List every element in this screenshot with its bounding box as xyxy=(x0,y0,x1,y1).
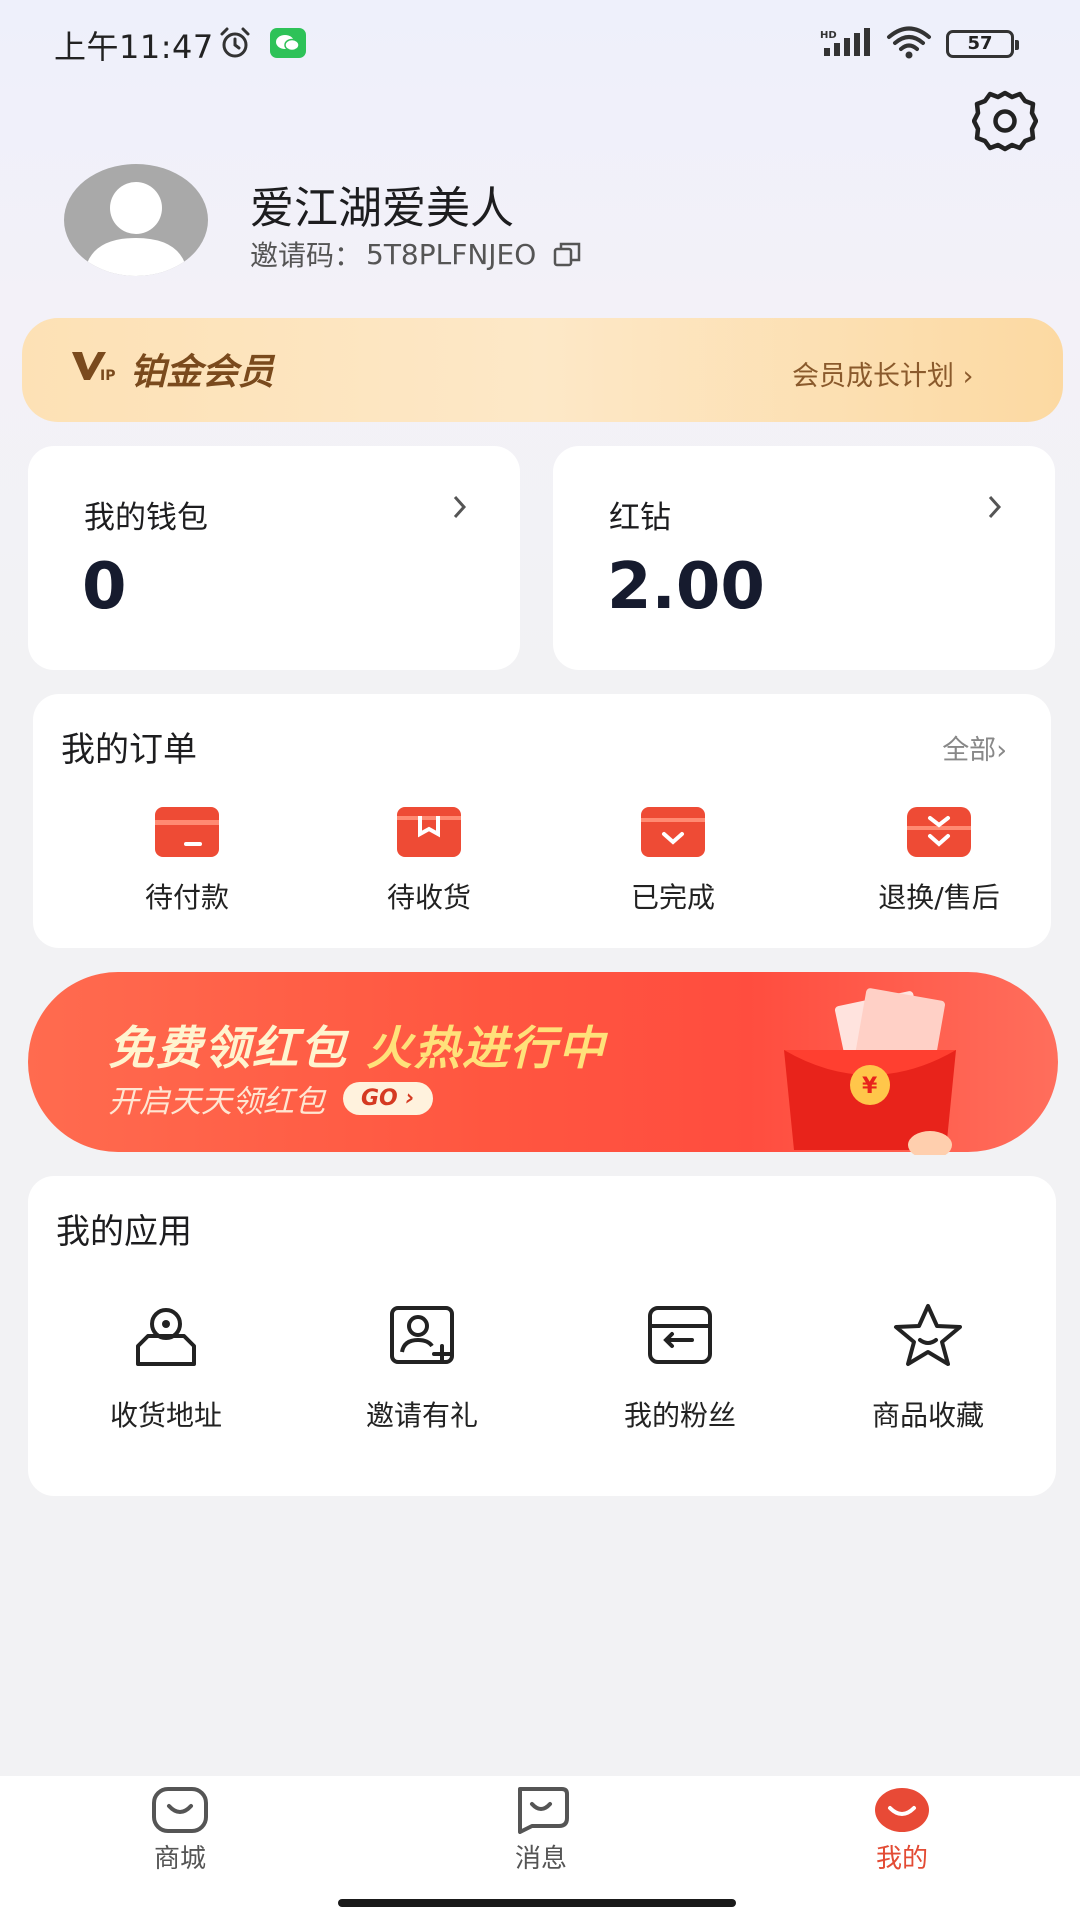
banner-title-b: 火热进行中 xyxy=(366,1021,607,1075)
tab-messages[interactable]: 消息 xyxy=(461,1786,621,1875)
tab-mine[interactable]: 我的 xyxy=(822,1786,982,1875)
app-my-fans[interactable]: 我的粉丝 xyxy=(560,1302,800,1434)
tab-messages-label: 消息 xyxy=(514,1844,567,1874)
app-shipping-address-label: 收货地址 xyxy=(109,1399,222,1432)
my-orders-card: 我的订单 全部› 待付款 待收货 已完成 退换/售后 xyxy=(33,694,1051,948)
gear-icon[interactable] xyxy=(972,88,1038,154)
app-shipping-address[interactable]: 收货地址 xyxy=(46,1302,286,1434)
mall-icon xyxy=(152,1787,208,1833)
order-pending-receipt-label: 待收货 xyxy=(386,881,471,914)
chevron-right-icon xyxy=(453,495,467,519)
status-time: 上午11:47 xyxy=(54,28,214,66)
chevron-right-icon: › xyxy=(996,735,1007,766)
wechat-notification-icon xyxy=(270,28,306,58)
my-apps-card: 我的应用 收货地址 邀请有礼 我的粉丝 商品收藏 xyxy=(28,1176,1056,1496)
all-orders-label: 全部 xyxy=(942,735,997,766)
vip-badge-icon: IP xyxy=(72,352,115,384)
order-returns-label: 退换/售后 xyxy=(878,881,1000,914)
member-growth-plan-link[interactable]: 会员成长计划 › xyxy=(792,354,973,393)
tab-mine-label: 我的 xyxy=(875,1844,928,1874)
app-favorites-label: 商品收藏 xyxy=(871,1399,984,1432)
alarm-icon xyxy=(220,27,250,58)
invite-code-value: 5T8PLFNJEO xyxy=(366,237,537,271)
svg-text:IP: IP xyxy=(100,368,115,384)
wallet-card-icon xyxy=(155,807,219,857)
chevron-right-icon: › xyxy=(962,361,974,392)
banner-go-button[interactable]: GO › xyxy=(343,1082,433,1115)
return-icon xyxy=(907,807,971,857)
banner-title-a: 免费领红包 xyxy=(108,1021,348,1075)
message-icon xyxy=(518,1787,569,1834)
apps-title: 我的应用 xyxy=(56,1212,192,1252)
red-diamond-balance: 2.00 xyxy=(607,550,765,624)
red-envelope-icon: ¥ xyxy=(784,988,956,1155)
tab-mall[interactable]: 商城 xyxy=(100,1786,260,1875)
star-icon xyxy=(894,1304,962,1366)
app-invite-reward-label: 邀请有礼 xyxy=(365,1399,478,1432)
app-my-fans-label: 我的粉丝 xyxy=(623,1399,736,1432)
app-favorites[interactable]: 商品收藏 xyxy=(808,1302,1048,1434)
banner-title: 免费领红包 火热进行中 xyxy=(108,1012,606,1078)
wifi-icon xyxy=(887,26,931,59)
order-pending-receipt[interactable]: 待收货 xyxy=(319,806,539,916)
copy-icon[interactable] xyxy=(552,240,582,268)
app-invite-reward[interactable]: 邀请有礼 xyxy=(302,1302,542,1434)
orders-title: 我的订单 xyxy=(61,730,197,770)
username: 爱江湖爱美人 xyxy=(250,183,514,234)
invite-code-label: 邀请码： xyxy=(250,239,363,272)
order-returns-aftersale[interactable]: 退换/售后 xyxy=(829,806,1049,916)
wallet-label: 我的钱包 xyxy=(84,500,208,536)
svg-text:¥: ¥ xyxy=(862,1074,878,1099)
location-icon xyxy=(136,1308,196,1366)
wallet-balance: 0 xyxy=(82,550,127,624)
avatar[interactable] xyxy=(64,164,208,276)
box-check-icon xyxy=(641,807,705,857)
order-pending-payment[interactable]: 待付款 xyxy=(77,806,297,916)
red-diamond-card[interactable]: 红钻 2.00 xyxy=(553,446,1055,670)
cellular-signal-icon: HD xyxy=(820,28,870,56)
banner-subtitle-row: 开启天天领红包 GO › xyxy=(108,1076,433,1121)
invite-code-row: 邀请码： 5T8PLFNJEO xyxy=(250,234,582,274)
package-icon xyxy=(397,807,461,857)
fans-box-icon xyxy=(648,1306,712,1364)
banner-subtitle: 开启天天领红包 xyxy=(108,1084,325,1120)
profile-tab-icon xyxy=(875,1788,929,1832)
battery-indicator: 57 xyxy=(946,30,1019,58)
order-pending-payment-label: 待付款 xyxy=(144,881,229,914)
order-completed[interactable]: 已完成 xyxy=(563,806,783,916)
svg-text:HD: HD xyxy=(820,30,837,41)
wallet-card[interactable]: 我的钱包 0 xyxy=(28,446,520,670)
vip-title: 铂金会员 xyxy=(130,352,275,393)
all-orders-link[interactable]: 全部› xyxy=(942,728,1007,767)
member-growth-plan-label: 会员成长计划 xyxy=(792,361,954,392)
banner-go-label: GO xyxy=(361,1086,398,1111)
invite-user-icon xyxy=(390,1306,454,1364)
red-diamond-label: 红钻 xyxy=(609,500,671,536)
home-indicator[interactable] xyxy=(338,1899,736,1907)
tab-mall-label: 商城 xyxy=(153,1844,206,1874)
chevron-right-icon xyxy=(988,495,1002,519)
order-completed-label: 已完成 xyxy=(630,881,715,914)
